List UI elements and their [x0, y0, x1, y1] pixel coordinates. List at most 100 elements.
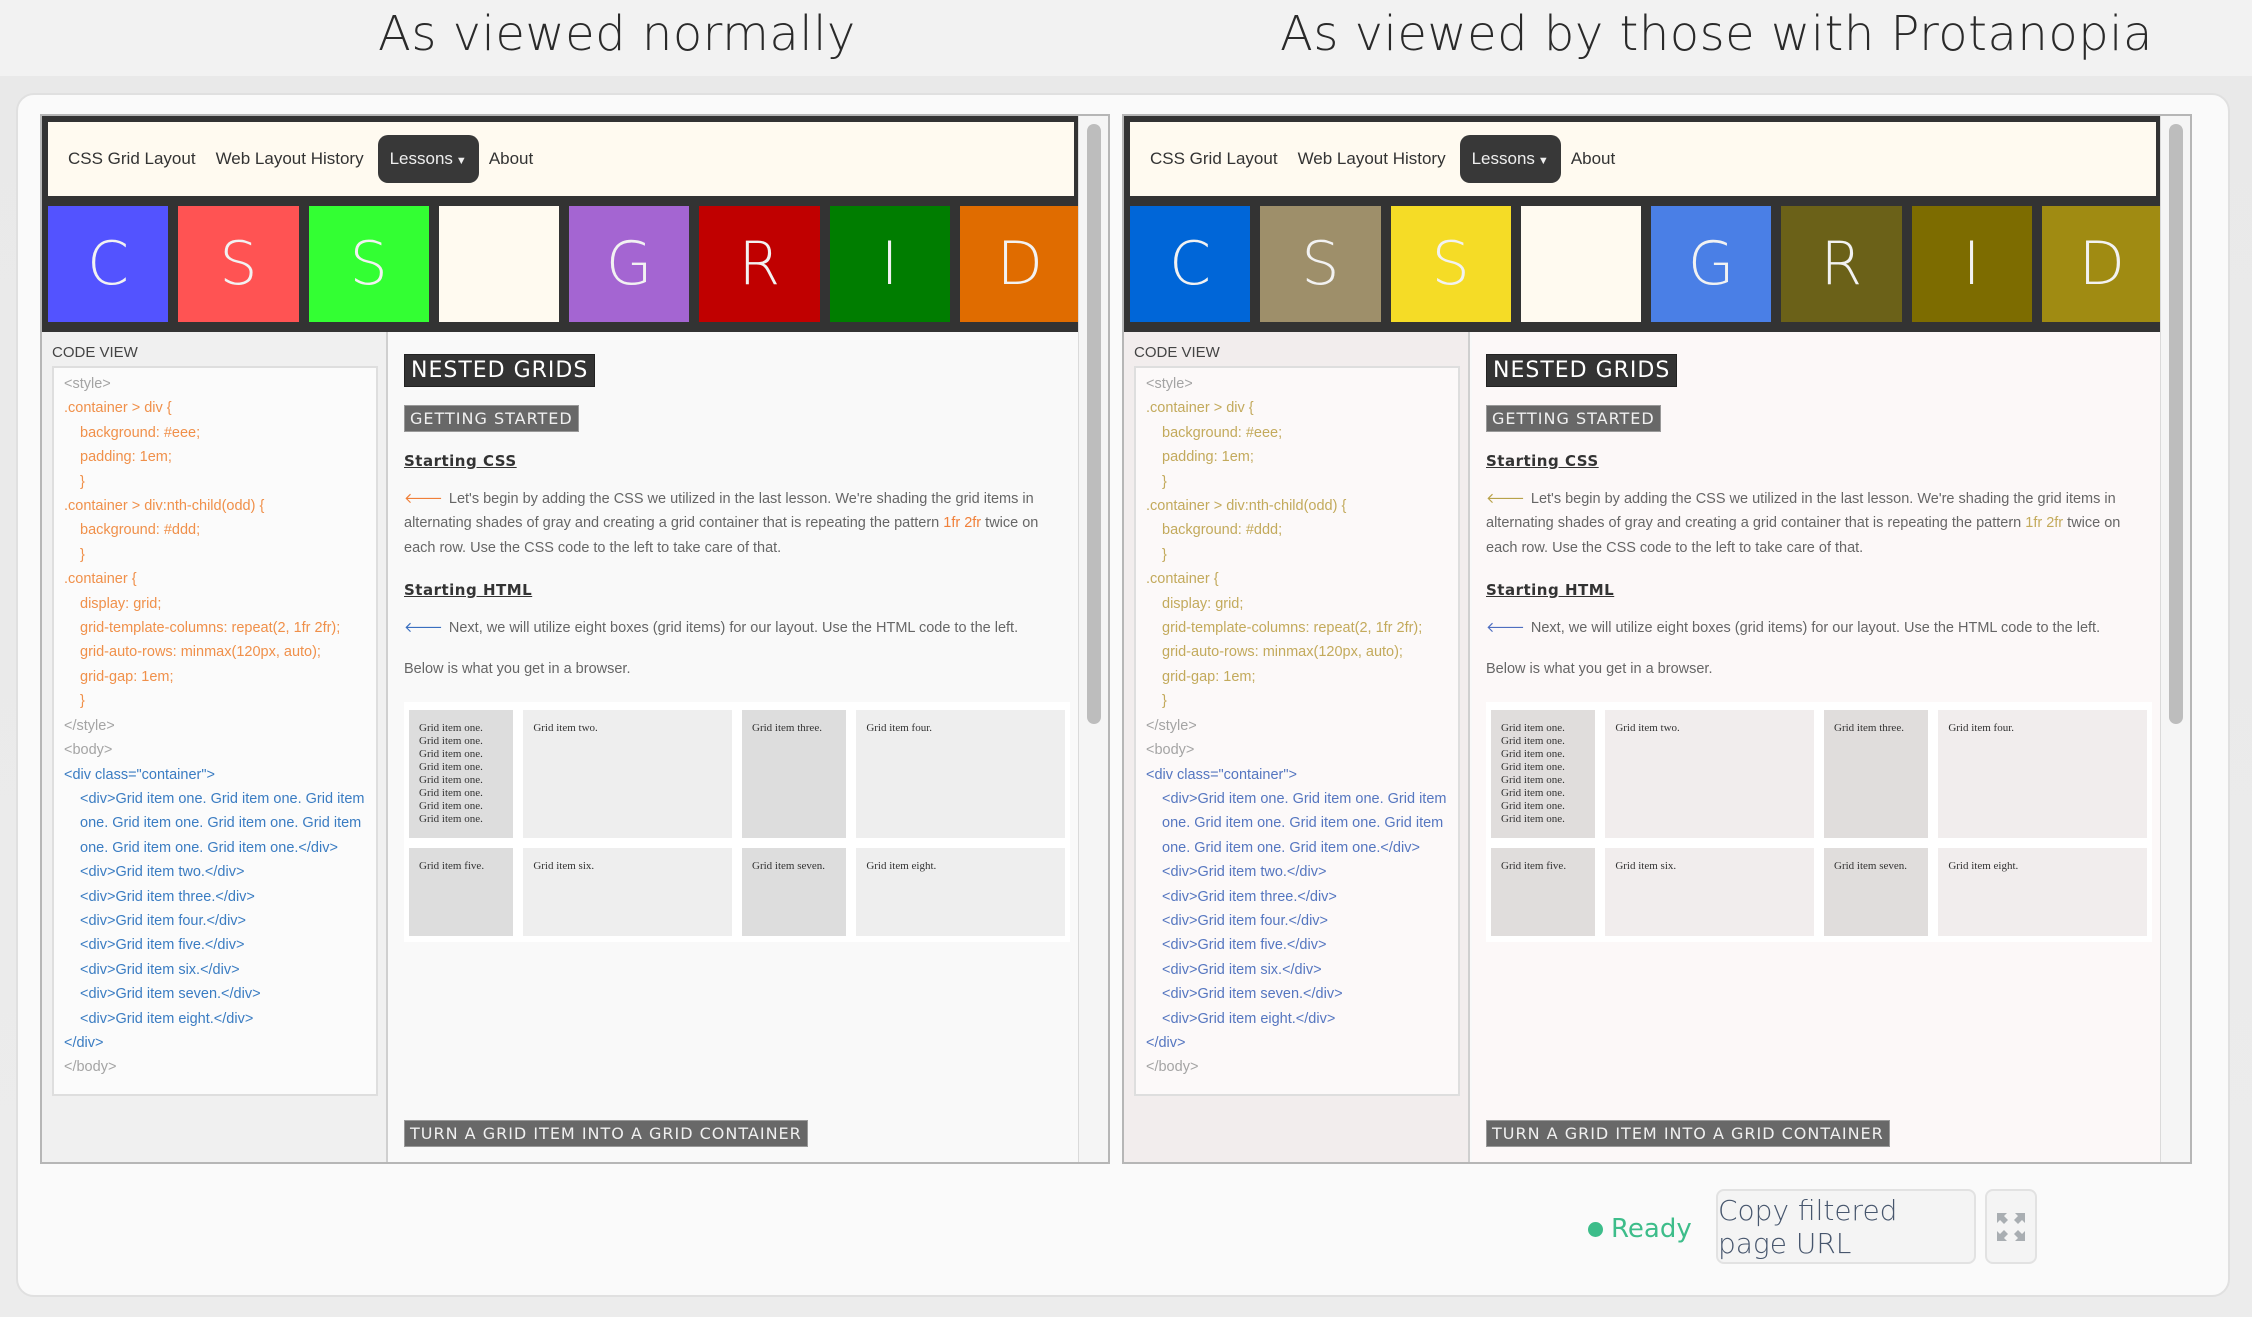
code-line: <body> [64, 742, 113, 759]
demo-grid-item: Grid item two. [523, 710, 732, 838]
lesson-content: NESTED GRIDS GETTING STARTED Starting CS… [390, 332, 1080, 1162]
nav-lessons-label: Lessons [1471, 149, 1535, 168]
banner-tile: S [178, 206, 299, 322]
nav-css-grid-layout[interactable]: CSS Grid Layout [1150, 149, 1278, 169]
demo-grid-item: Grid item six. [1605, 848, 1814, 936]
css-para-text: Let's begin by adding the CSS we utilize… [404, 491, 1034, 532]
nav-lessons-label: Lessons [389, 149, 453, 168]
expand-arrows-icon [1997, 1212, 2025, 1241]
status-indicator: Ready [1588, 1214, 1692, 1244]
code-line: <div>Grid item one. Grid item one. Grid … [1162, 790, 1451, 856]
caret-down-icon: ▼ [455, 155, 467, 167]
paragraph-browser: Below is what you get in a browser. [1486, 661, 1713, 677]
grid-demo: Grid item one. Grid item one. Grid item … [1486, 702, 2152, 942]
code-line: .container > div { [1146, 400, 1254, 417]
copy-filtered-url-button[interactable]: Copy filtered page URL [1716, 1189, 1976, 1264]
code-line: </body> [64, 1059, 117, 1076]
code-line: } [1162, 693, 1167, 710]
html-para-text: Next, we will utilize eight boxes (grid … [1530, 620, 2101, 636]
scrollbar-thumb[interactable] [2169, 124, 2183, 724]
paragraph-css: 🡐 Let's begin by adding the CSS we utiliz… [404, 487, 1064, 560]
subheading-starting-css: Starting CSS [1486, 452, 1599, 470]
arrow-left-icon: 🡐 [404, 491, 443, 507]
code-line: } [1162, 546, 1167, 563]
code-line: <div>Grid item eight.</div> [1162, 1010, 1336, 1027]
code-view-panel: CODE VIEW <style> .container > div {backg… [42, 332, 388, 1162]
status-dot-icon [1588, 1221, 1603, 1237]
paragraph-html: 🡐 Next, we will utilize eight boxes (grid… [404, 616, 1064, 640]
code-line: <div>Grid item five.</div> [1162, 937, 1327, 954]
code-line: .container { [64, 571, 137, 588]
nav-about[interactable]: About [489, 149, 533, 169]
banner-tile: I [829, 206, 950, 322]
demo-grid-item: Grid item five. [1491, 848, 1596, 936]
code-line: background: #eee; [80, 424, 201, 441]
section-heading-getting-started: GETTING STARTED [404, 405, 579, 432]
scrollbar[interactable] [2160, 116, 2190, 1162]
code-line: background: #eee; [1162, 424, 1283, 441]
banner-tile: S [308, 206, 429, 322]
code-line: grid-gap: 1em; [80, 668, 174, 685]
lesson-title: NESTED GRIDS [1486, 354, 1678, 387]
nav-lessons-dropdown[interactable]: Lessons ▼ [377, 135, 479, 183]
code-line: } [80, 473, 85, 490]
code-line: <div>Grid item two.</div> [80, 864, 245, 881]
code-line: </div> [1146, 1034, 1186, 1051]
demo-grid-item: Grid item seven. [1824, 848, 1929, 936]
preview-frame-normal[interactable]: CSS Grid Layout Web Layout History Lesso… [40, 114, 1110, 1164]
code-line: } [80, 693, 85, 710]
css-para-highlight: 1fr 2fr [943, 515, 982, 532]
banner-tile: R [1781, 206, 1902, 322]
code-line: <div>Grid item seven.</div> [1162, 986, 1343, 1003]
code-line: padding: 1em; [80, 449, 172, 466]
nav-css-grid-layout[interactable]: CSS Grid Layout [68, 149, 196, 169]
paragraph-browser: Below is what you get in a browser. [404, 661, 631, 677]
demo-grid-item: Grid item seven. [742, 848, 847, 936]
demo-grid-item: Grid item three. [742, 710, 847, 838]
code-view-title: CODE VIEW [1134, 344, 1220, 361]
nav-web-layout-history[interactable]: Web Layout History [216, 149, 364, 169]
paragraph-css: 🡐 Let's begin by adding the CSS we utiliz… [1486, 487, 2146, 560]
css-para-text: Let's begin by adding the CSS we utilize… [1486, 491, 2116, 532]
code-line: <div class="container"> [1146, 766, 1297, 783]
code-box: <style> .container > div { background: #ee… [1134, 366, 1460, 1096]
code-line: <style> [1146, 376, 1193, 392]
code-line: grid-auto-rows: minmax(120px, auto); [80, 644, 321, 661]
code-line: display: grid; [80, 595, 162, 612]
code-line: <div>Grid item two.</div> [1162, 864, 1327, 881]
status-text: Ready [1611, 1214, 1692, 1244]
demo-grid-item: Grid item three. [1824, 710, 1929, 838]
code-line: <div>Grid item three.</div> [80, 888, 255, 905]
code-line: } [1162, 473, 1167, 490]
site-navbar: CSS Grid Layout Web Layout History Lesso… [42, 116, 1080, 200]
scrollbar-thumb[interactable] [1087, 124, 1101, 724]
preview-frame-protanopia[interactable]: CSS Grid Layout Web Layout History Lesso… [1122, 114, 2192, 1164]
code-line: <div>Grid item one. Grid item one. Grid … [80, 790, 369, 856]
scrollbar[interactable] [1078, 116, 1108, 1162]
code-line: .container > div { [64, 400, 172, 417]
fullscreen-button[interactable] [1985, 1189, 2037, 1264]
code-line: grid-template-columns: repeat(2, 1fr 2fr… [80, 620, 341, 637]
nav-web-layout-history[interactable]: Web Layout History [1298, 149, 1446, 169]
section-heading-turn-grid-item: TURN A GRID ITEM INTO A GRID CONTAINER [404, 1120, 808, 1147]
css-para-highlight: 1fr 2fr [2025, 515, 2064, 532]
code-line: } [80, 546, 85, 563]
code-line: grid-auto-rows: minmax(120px, auto); [1162, 644, 1403, 661]
subheading-starting-html: Starting HTML [1486, 581, 1615, 599]
demo-grid-item: Grid item six. [523, 848, 732, 936]
code-line: <style> [64, 376, 111, 392]
demo-grid-item: Grid item one. Grid item one. Grid item … [409, 710, 514, 838]
code-line: padding: 1em; [1162, 449, 1254, 466]
nav-lessons-dropdown[interactable]: Lessons ▼ [1459, 135, 1561, 183]
banner-tile: D [959, 206, 1080, 322]
code-line: <div>Grid item seven.</div> [80, 986, 261, 1003]
banner-tile: S [1390, 206, 1511, 322]
nav-about[interactable]: About [1571, 149, 1615, 169]
css-grid-banner: CSSGRID [42, 200, 1080, 332]
banner-tile: C [1130, 206, 1251, 322]
demo-grid-item: Grid item one. Grid item one. Grid item … [1491, 710, 1596, 838]
code-line: .container { [1146, 571, 1219, 588]
arrow-left-icon: 🡐 [1486, 620, 1525, 636]
page-content: CSS Grid Layout Web Layout History Lesso… [1124, 116, 2162, 1162]
arrow-left-icon: 🡐 [1486, 491, 1525, 507]
